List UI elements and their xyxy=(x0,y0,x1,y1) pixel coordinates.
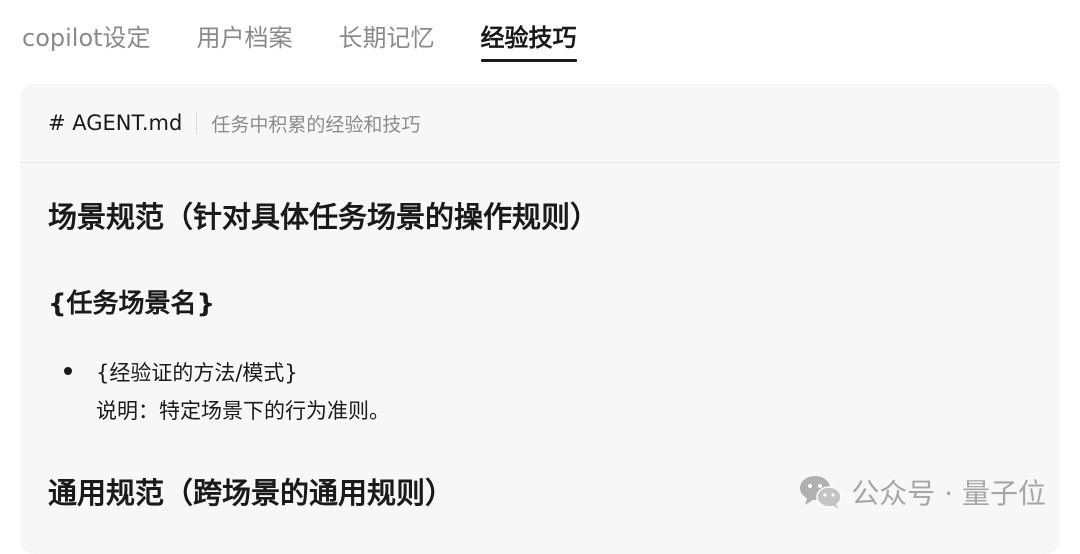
tab-experience-tips[interactable]: 经验技巧 xyxy=(480,22,577,62)
subsection-heading-task-scenario: {任务场景名} xyxy=(48,289,216,319)
section-heading-general-rules: 通用规范（跨场景的通用规则） xyxy=(48,476,455,510)
watermark: 公众号 · 量子位 xyxy=(799,472,1046,512)
tab-user-profile[interactable]: 用户档案 xyxy=(197,22,293,54)
tab-bar: copilot设定 用户档案 长期记忆 经验技巧 xyxy=(22,22,623,62)
header-divider xyxy=(196,112,198,134)
list-item-description: 说明：特定场景下的行为准则。 xyxy=(96,399,390,423)
bullet-dot xyxy=(64,367,72,375)
wechat-icon xyxy=(800,476,843,509)
tab-long-term-memory[interactable]: 长期记忆 xyxy=(339,22,435,54)
file-name: # AGENT.md xyxy=(48,111,183,135)
tab-copilot-settings[interactable]: copilot设定 xyxy=(22,22,151,54)
section-heading-scenario-rules: 场景规范（针对具体任务场景的操作规则） xyxy=(48,200,600,234)
list-item-title: {经验证的方法/模式} xyxy=(96,361,298,385)
list-item: {经验证的方法/模式} 说明：特定场景下的行为准则。 xyxy=(64,354,390,430)
file-description: 任务中积累的经验和技巧 xyxy=(211,113,421,136)
watermark-text: 公众号 · 量子位 xyxy=(851,477,1046,510)
panel-header: # AGENT.md 任务中积累的经验和技巧 xyxy=(20,84,1060,163)
